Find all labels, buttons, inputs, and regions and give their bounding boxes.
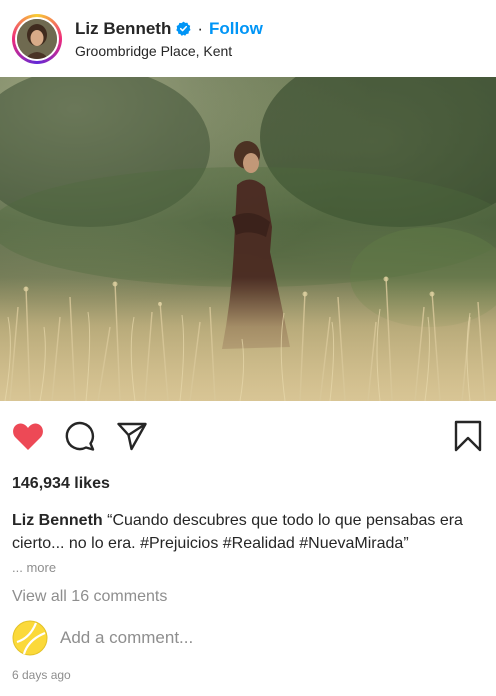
view-comments-link[interactable]: View all 16 comments bbox=[0, 588, 496, 606]
post-image[interactable] bbox=[0, 77, 496, 401]
username-link[interactable]: Liz Benneth bbox=[75, 19, 171, 39]
avatar-image bbox=[17, 18, 57, 59]
story-ring[interactable] bbox=[12, 13, 62, 64]
location-link[interactable]: Groombridge Place, Kent bbox=[75, 43, 263, 59]
likes-count[interactable]: 146,934 likes bbox=[0, 475, 496, 493]
caption: Liz Benneth “Cuando descubres que todo l… bbox=[0, 509, 496, 555]
like-button[interactable] bbox=[12, 420, 44, 452]
post-header: Liz Benneth · Follow Groombridge Place, … bbox=[0, 0, 496, 77]
user-line: Liz Benneth · Follow bbox=[75, 19, 263, 39]
add-comment-row bbox=[0, 620, 496, 656]
heart-icon bbox=[13, 423, 43, 450]
avatar-frame bbox=[15, 16, 59, 61]
current-user-avatar bbox=[12, 620, 48, 656]
separator-dot: · bbox=[197, 18, 204, 38]
send-icon bbox=[117, 422, 147, 451]
verified-badge-icon bbox=[176, 21, 191, 36]
avatar[interactable] bbox=[17, 18, 57, 59]
comment-icon bbox=[65, 421, 95, 451]
user-block: Liz Benneth · Follow Groombridge Place, … bbox=[75, 19, 263, 59]
follow-button[interactable]: Follow bbox=[209, 19, 263, 39]
more-link[interactable]: ... more bbox=[0, 560, 496, 575]
save-button[interactable] bbox=[452, 420, 484, 452]
add-comment-input[interactable] bbox=[60, 628, 440, 648]
post-timestamp: 6 days ago bbox=[12, 668, 71, 682]
share-button[interactable] bbox=[116, 420, 148, 452]
action-bar bbox=[0, 401, 496, 471]
caption-username[interactable]: Liz Benneth bbox=[12, 512, 103, 529]
comment-button[interactable] bbox=[64, 420, 96, 452]
bookmark-icon bbox=[454, 420, 482, 452]
instagram-post: Liz Benneth · Follow Groombridge Place, … bbox=[0, 0, 496, 696]
